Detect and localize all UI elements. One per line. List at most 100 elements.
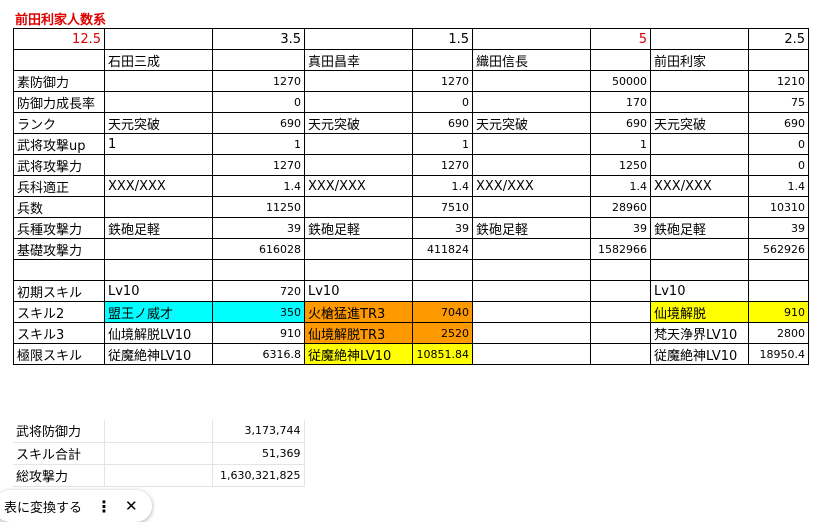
cell[interactable]: 従魔絶神LV10 bbox=[304, 343, 413, 365]
cell[interactable] bbox=[304, 91, 413, 113]
cell[interactable]: 基礎攻撃力 bbox=[13, 238, 105, 260]
cell[interactable]: 1 bbox=[412, 133, 473, 155]
cell[interactable]: 防御力成長率 bbox=[13, 91, 105, 113]
cell[interactable] bbox=[104, 154, 213, 176]
cell[interactable]: 720 bbox=[212, 280, 305, 302]
cell[interactable]: 12.5 bbox=[13, 28, 105, 50]
summary-label[interactable]: 武将防御力 bbox=[13, 420, 105, 443]
summary-value[interactable]: 51,369 bbox=[212, 442, 305, 465]
more-vert-icon[interactable]: ⋮ bbox=[96, 497, 112, 516]
cell[interactable]: 1 bbox=[212, 133, 305, 155]
cell[interactable]: 1.4 bbox=[590, 175, 651, 197]
cell[interactable]: 鉄砲足軽 bbox=[472, 217, 591, 239]
summary-empty[interactable] bbox=[104, 420, 213, 443]
cell[interactable]: XXX/XXX bbox=[472, 175, 591, 197]
cell[interactable]: 鉄砲足軽 bbox=[104, 217, 213, 239]
cell[interactable] bbox=[590, 280, 651, 302]
cell[interactable]: 350 bbox=[212, 301, 305, 323]
cell[interactable] bbox=[212, 49, 305, 71]
cell[interactable]: 0 bbox=[748, 154, 809, 176]
cell[interactable] bbox=[748, 280, 809, 302]
cell[interactable]: 170 bbox=[590, 91, 651, 113]
cell[interactable]: 素防御力 bbox=[13, 70, 105, 92]
cell[interactable]: 1.4 bbox=[412, 175, 473, 197]
cell[interactable]: 鉄砲足軽 bbox=[304, 217, 413, 239]
cell[interactable]: 仙境解脱LV10 bbox=[104, 322, 213, 344]
cell[interactable]: 1210 bbox=[748, 70, 809, 92]
cell[interactable] bbox=[472, 91, 591, 113]
cell[interactable]: 10310 bbox=[748, 196, 809, 218]
summary-value[interactable]: 3,173,744 bbox=[212, 420, 305, 443]
empty-cell[interactable] bbox=[304, 259, 413, 281]
cell[interactable]: 1250 bbox=[590, 154, 651, 176]
convert-to-table-chip[interactable]: 表に変換する ⋮ ✕ bbox=[0, 490, 152, 522]
cell[interactable]: ランク bbox=[13, 112, 105, 134]
cell[interactable] bbox=[304, 238, 413, 260]
empty-cell[interactable] bbox=[472, 259, 591, 281]
cell[interactable] bbox=[412, 280, 473, 302]
cell[interactable]: 75 bbox=[748, 91, 809, 113]
cell[interactable]: 天元突破 bbox=[304, 112, 413, 134]
cell[interactable]: 39 bbox=[412, 217, 473, 239]
cell[interactable]: 0 bbox=[412, 91, 473, 113]
cell[interactable] bbox=[13, 49, 105, 71]
cell[interactable] bbox=[650, 154, 749, 176]
cell[interactable] bbox=[472, 238, 591, 260]
cell[interactable]: スキル3 bbox=[13, 322, 105, 344]
summary-label[interactable]: 総攻撃力 bbox=[13, 464, 105, 487]
cell[interactable] bbox=[104, 238, 213, 260]
cell[interactable] bbox=[472, 301, 591, 323]
cell[interactable]: 1270 bbox=[212, 154, 305, 176]
cell[interactable] bbox=[412, 49, 473, 71]
cell[interactable] bbox=[590, 322, 651, 344]
cell[interactable]: 50000 bbox=[590, 70, 651, 92]
cell[interactable]: XXX/XXX bbox=[104, 175, 213, 197]
cell[interactable] bbox=[304, 70, 413, 92]
empty-cell[interactable] bbox=[412, 259, 473, 281]
cell[interactable]: 1.5 bbox=[412, 28, 473, 50]
summary-empty[interactable] bbox=[104, 442, 213, 465]
cell[interactable] bbox=[472, 280, 591, 302]
cell[interactable] bbox=[472, 322, 591, 344]
cell[interactable]: 690 bbox=[412, 112, 473, 134]
cell[interactable] bbox=[590, 343, 651, 365]
empty-cell[interactable] bbox=[104, 259, 213, 281]
cell[interactable]: 11250 bbox=[212, 196, 305, 218]
cell[interactable]: 1582966 bbox=[590, 238, 651, 260]
cell[interactable]: 従魔絶神LV10 bbox=[104, 343, 213, 365]
cell[interactable] bbox=[650, 238, 749, 260]
cell[interactable]: Lv10 bbox=[304, 280, 413, 302]
cell[interactable] bbox=[104, 70, 213, 92]
cell[interactable]: 武将攻撃力 bbox=[13, 154, 105, 176]
cell[interactable] bbox=[472, 196, 591, 218]
cell[interactable]: 1270 bbox=[212, 70, 305, 92]
cell[interactable]: 盟王ノ威才 bbox=[104, 301, 213, 323]
empty-cell[interactable] bbox=[590, 259, 651, 281]
cell[interactable] bbox=[304, 196, 413, 218]
cell[interactable] bbox=[472, 154, 591, 176]
cell[interactable]: 梵天浄界LV10 bbox=[650, 322, 749, 344]
cell[interactable]: 1270 bbox=[412, 154, 473, 176]
cell[interactable] bbox=[304, 28, 413, 50]
cell[interactable]: 28960 bbox=[590, 196, 651, 218]
cell[interactable] bbox=[650, 91, 749, 113]
cell[interactable]: 910 bbox=[212, 322, 305, 344]
cell[interactable]: 仙境解脱TR3 bbox=[304, 322, 413, 344]
cell[interactable]: 前田利家 bbox=[650, 49, 749, 71]
cell[interactable]: 初期スキル bbox=[13, 280, 105, 302]
cell[interactable]: 兵種攻撃力 bbox=[13, 217, 105, 239]
empty-cell[interactable] bbox=[748, 259, 809, 281]
cell[interactable]: 7510 bbox=[412, 196, 473, 218]
cell[interactable] bbox=[304, 154, 413, 176]
cell[interactable]: 鉄砲足軽 bbox=[650, 217, 749, 239]
cell[interactable]: 2.5 bbox=[748, 28, 809, 50]
cell[interactable]: 562926 bbox=[748, 238, 809, 260]
cell[interactable] bbox=[472, 133, 591, 155]
cell[interactable]: Lv10 bbox=[650, 280, 749, 302]
cell[interactable] bbox=[472, 28, 591, 50]
cell[interactable]: 兵科適正 bbox=[13, 175, 105, 197]
cell[interactable] bbox=[650, 196, 749, 218]
cell[interactable]: 3.5 bbox=[212, 28, 305, 50]
cell[interactable]: 18950.4 bbox=[748, 343, 809, 365]
cell[interactable] bbox=[104, 28, 213, 50]
